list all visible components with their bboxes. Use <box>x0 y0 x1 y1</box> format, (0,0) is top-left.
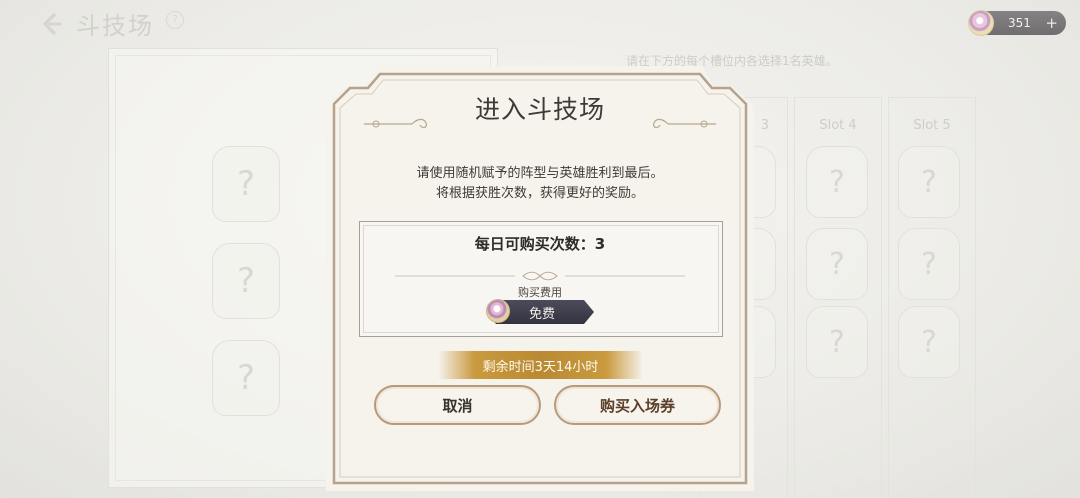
price-value: 免费 <box>528 307 555 322</box>
daily-purchase-count: 每日可购买次数：3 <box>474 235 606 253</box>
cancel-button[interactable]: 取消 <box>374 385 541 425</box>
dialog-description-line2: 将根据获胜次数，获得更好的奖励。 <box>435 186 644 201</box>
left-flourish-icon <box>362 116 432 130</box>
buy-ticket-button[interactable]: 购买入场券 <box>554 385 721 425</box>
gem-icon <box>486 299 510 323</box>
time-remaining-banner: 剩余时间3天14小时 <box>438 351 643 379</box>
right-flourish-icon <box>648 116 718 130</box>
cost-label: 购买费用 <box>518 286 562 299</box>
ornament-divider-icon <box>395 266 685 281</box>
dialog-description-line1: 请使用随机赋予的阵型与英雄胜利到最后。 <box>416 166 664 181</box>
